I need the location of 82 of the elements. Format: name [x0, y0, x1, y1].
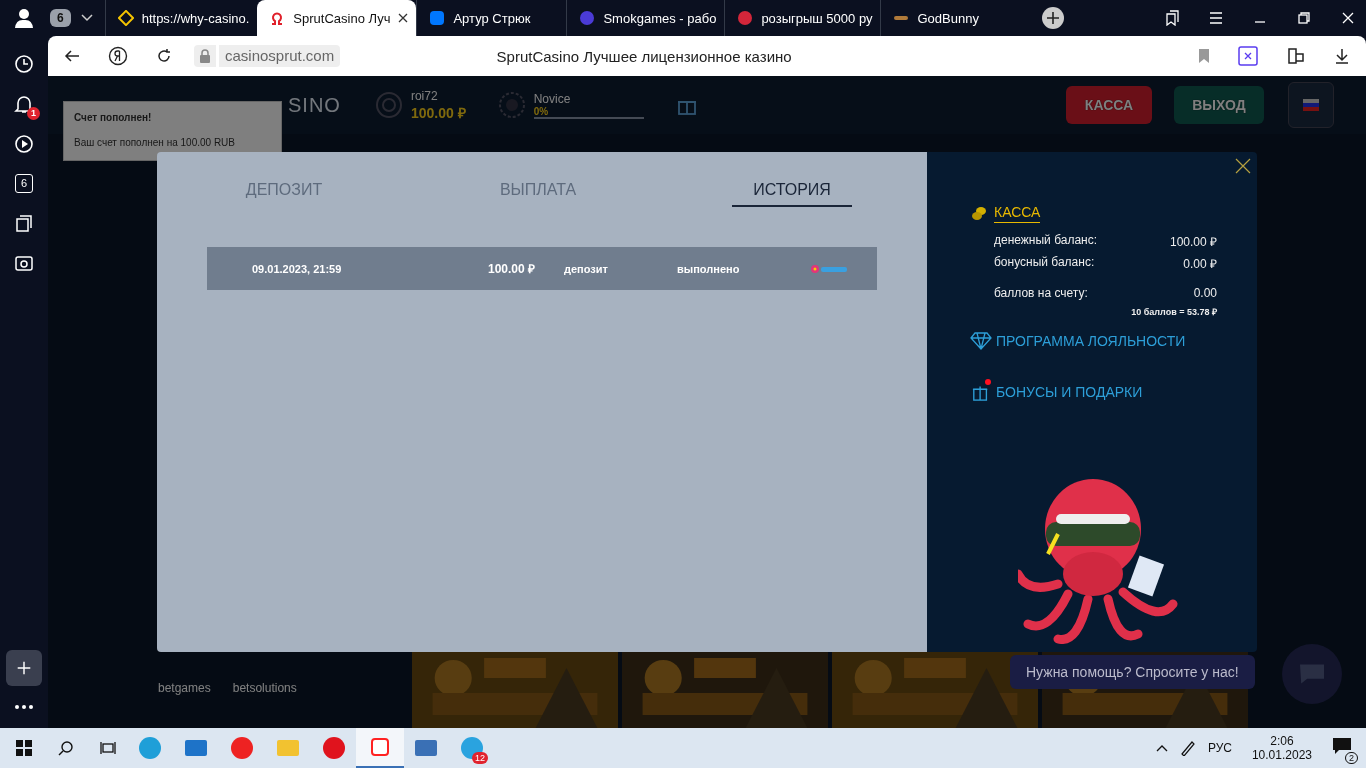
- provider-logo[interactable]: betsolutions: [232, 681, 297, 695]
- payment-logo-icon: [810, 262, 850, 275]
- site-icon: [429, 10, 446, 26]
- help-chat-bubble[interactable]: Нужна помощь? Спросите у нас!: [1010, 655, 1255, 689]
- bookmark-icon[interactable]: [1198, 48, 1210, 64]
- history-icon[interactable]: [14, 54, 34, 74]
- sidebar-counter[interactable]: 6: [15, 174, 33, 193]
- toast-title: Счет пополнен!: [74, 112, 153, 123]
- bookmarks-icon[interactable]: [1164, 10, 1180, 26]
- site-icon: [737, 10, 754, 26]
- flag-icon[interactable]: [1303, 99, 1319, 111]
- profile-icon[interactable]: [14, 8, 34, 28]
- play-icon[interactable]: [14, 134, 34, 154]
- search-icon[interactable]: [58, 740, 74, 756]
- modal-tab[interactable]: ИСТОРИЯ: [732, 180, 852, 207]
- balance-value: 100.00 ₽: [1169, 234, 1217, 250]
- notification-badge: 1: [27, 107, 40, 120]
- restore-icon[interactable]: [1296, 10, 1312, 26]
- notification-count: 2: [1345, 752, 1358, 764]
- table-cell-text: депозит: [564, 262, 609, 275]
- task-view-icon[interactable]: [100, 740, 116, 756]
- balance-value: 0.00 ₽: [1183, 256, 1217, 272]
- site-icon: [579, 10, 596, 26]
- chevron-up-icon[interactable]: [1155, 744, 1168, 752]
- avatar-icon: [374, 91, 403, 119]
- clock-time[interactable]: 2:06: [1270, 734, 1294, 748]
- site-logo[interactable]: SINO: [288, 93, 341, 117]
- yandex-icon[interactable]: [108, 46, 128, 66]
- table-cell-text: 09.01.2023, 21:59: [252, 262, 343, 275]
- menu-link[interactable]: БОНУСЫ И ПОДАРКИ: [996, 384, 1143, 400]
- tab-counter[interactable]: 6: [50, 9, 71, 27]
- plus-icon[interactable]: [15, 659, 33, 677]
- app-icon[interactable]: [368, 735, 392, 759]
- level-icon: [497, 91, 526, 119]
- lock-icon[interactable]: [199, 49, 211, 63]
- percent-text: 0%: [533, 105, 550, 117]
- toast-message: Ваш счет пополнен на 100.00 RUB: [74, 137, 236, 148]
- page-title: SprutCasino Лучшее лицензионное казино: [495, 47, 793, 65]
- provider-logo[interactable]: betgames: [158, 681, 211, 695]
- add-button[interactable]: [6, 650, 42, 686]
- browser-tab[interactable]: SprutCasino Луч: [257, 0, 417, 36]
- address-field[interactable]: casinosprut.com: [219, 45, 341, 67]
- language-indicator[interactable]: РУС: [1207, 741, 1232, 755]
- site-icon: [117, 10, 134, 26]
- menu-icon[interactable]: [1208, 10, 1224, 26]
- balance-label: денежный баланс:: [994, 233, 1098, 249]
- app-icon[interactable]: [322, 736, 346, 760]
- username: roi72: [410, 88, 439, 103]
- table-cell-text: выполнено: [677, 262, 741, 275]
- cashier-link[interactable]: КАССА: [994, 204, 1041, 223]
- pen-icon[interactable]: [1179, 740, 1196, 756]
- reload-icon[interactable]: [156, 48, 172, 64]
- camera-icon[interactable]: [14, 253, 34, 273]
- chevron-down-icon[interactable]: [80, 14, 93, 22]
- download-icon[interactable]: [1334, 48, 1350, 64]
- coins-icon: [970, 205, 988, 222]
- bell-icon[interactable]: [14, 94, 34, 114]
- start-icon[interactable]: [16, 740, 32, 756]
- language-button[interactable]: [1288, 82, 1334, 128]
- close-box-icon[interactable]: [1238, 46, 1258, 66]
- points-value: 0.00: [1193, 286, 1217, 300]
- diamond-icon: [970, 332, 992, 350]
- points-label: баллов на счету:: [994, 286, 1088, 300]
- close-icon[interactable]: [1235, 158, 1251, 174]
- more-icon[interactable]: [14, 704, 34, 710]
- level-name: Novice: [533, 91, 572, 106]
- app-badge: 12: [472, 752, 488, 764]
- clock-date[interactable]: 10.01.2023: [1251, 748, 1312, 762]
- balance: 100.00 ₽: [410, 103, 466, 122]
- header-button[interactable]: ВЫХОД: [1174, 86, 1264, 124]
- balance-label: бонусный баланс:: [994, 255, 1095, 271]
- taskbar-app[interactable]: [356, 728, 404, 768]
- table-cell-text: 100.00 ₽: [486, 261, 535, 277]
- back-icon[interactable]: [64, 48, 80, 64]
- menu-link[interactable]: ПРОГРАММА ЛОЯЛЬНОСТИ: [996, 333, 1186, 349]
- passwords-icon[interactable]: [1286, 46, 1306, 66]
- app-icon[interactable]: [230, 736, 254, 760]
- close-icon[interactable]: [1340, 10, 1356, 26]
- taskbar-app[interactable]: 12: [448, 728, 496, 768]
- points-rate: 10 баллов = 53.78 ₽: [1131, 307, 1217, 317]
- close-icon[interactable]: [398, 13, 409, 23]
- notifications-icon[interactable]: [1332, 737, 1352, 755]
